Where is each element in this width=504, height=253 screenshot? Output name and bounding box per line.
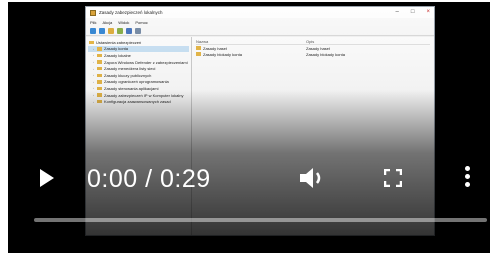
duration: 0:29 — [160, 165, 211, 193]
fullscreen-icon[interactable] — [384, 169, 402, 187]
volume-icon[interactable] — [298, 166, 326, 190]
more-vertical-icon[interactable] — [463, 166, 471, 190]
time-separator: / — [137, 165, 161, 193]
play-icon[interactable] — [40, 169, 54, 187]
video-player[interactable]: Zasady zabezpieczeń lokalnych – □ × Plik… — [8, 2, 490, 253]
current-time: 0:00 — [87, 165, 138, 193]
time-display: 0:00 / 0:29 — [87, 165, 211, 194]
controls-gradient — [8, 2, 490, 253]
progress-bar[interactable] — [34, 218, 487, 222]
